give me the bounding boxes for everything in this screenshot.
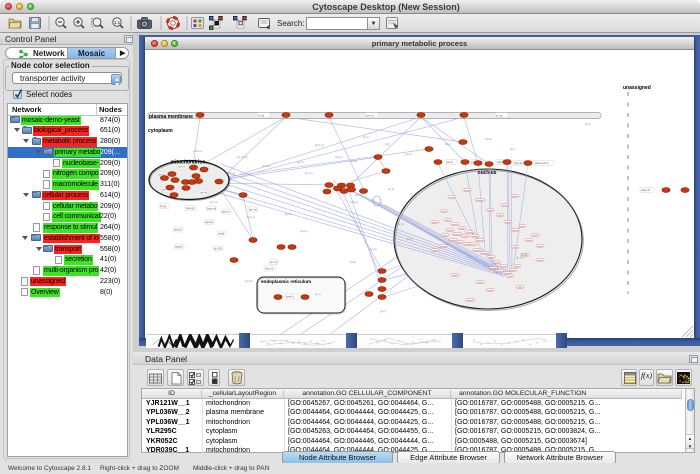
svg-text:[vac2]: [vac2] bbox=[175, 245, 182, 249]
svg-text:[late]: [late] bbox=[350, 260, 356, 264]
svg-text:[vac-m]: [vac-m] bbox=[207, 207, 216, 211]
svg-text:[e-x]: [e-x] bbox=[315, 292, 321, 296]
svg-text:[ves-f]: [ves-f] bbox=[286, 295, 294, 299]
svg-text:[tel]: [tel] bbox=[510, 147, 515, 151]
svg-text:[ved]: [ved] bbox=[218, 232, 224, 236]
svg-text:[chrom]: [chrom] bbox=[193, 149, 203, 153]
svg-text:[nuc-l]: [nuc-l] bbox=[247, 215, 255, 219]
svg-text:nucleus: nucleus bbox=[478, 170, 497, 176]
svg-text:[sec-v]: [sec-v] bbox=[265, 267, 273, 271]
svg-text:[lys-b]: [lys-b] bbox=[174, 228, 181, 232]
svg-text:[mt-e]: [mt-e] bbox=[228, 171, 235, 175]
svg-text:[st-b]: [st-b] bbox=[388, 187, 394, 191]
svg-text:[cy-b]: [cy-b] bbox=[350, 159, 357, 163]
svg-text:[m-x]: [m-x] bbox=[407, 237, 413, 241]
svg-text:unassigned: unassigned bbox=[623, 85, 651, 91]
svg-text:[dna-repl-f]: [dna-repl-f] bbox=[535, 161, 548, 165]
svg-text:[cy-x]: [cy-x] bbox=[397, 222, 404, 226]
svg-text:mitochondrion: mitochondrion bbox=[171, 160, 206, 166]
svg-text:[cc-b]: [cc-b] bbox=[405, 152, 412, 156]
svg-text:[str]: [str] bbox=[385, 142, 390, 146]
svg-text:[er-g]: [er-g] bbox=[370, 247, 377, 251]
svg-text:[mem]: [mem] bbox=[300, 229, 308, 233]
svg-text:[tr-g]: [tr-g] bbox=[160, 204, 166, 208]
svg-text:[cyto]: [cyto] bbox=[285, 212, 292, 216]
svg-text:endoplasmic reticulum: endoplasmic reticulum bbox=[261, 279, 311, 284]
svg-text:1:1: 1:1 bbox=[114, 20, 121, 25]
svg-text:[dna-b]: [dna-b] bbox=[262, 164, 271, 168]
svg-text:[c-m]: [c-m] bbox=[258, 113, 264, 117]
svg-text:[ext]: [ext] bbox=[585, 122, 591, 126]
svg-text:[dna-d]: [dna-d] bbox=[315, 143, 324, 147]
svg-text:[tt-a]: [tt-a] bbox=[363, 135, 369, 139]
svg-text:[mt-m]: [mt-m] bbox=[210, 200, 218, 204]
svg-text:[gol-a]: [gol-a] bbox=[205, 220, 213, 224]
svg-text:[cyt-v]: [cyt-v] bbox=[222, 210, 229, 214]
svg-text:[lp-bc]: [lp-bc] bbox=[516, 256, 524, 260]
svg-text:[en-m]: [en-m] bbox=[249, 208, 257, 212]
svg-text:[ves-g]: [ves-g] bbox=[186, 206, 194, 210]
svg-text:[mt-b]: [mt-b] bbox=[200, 191, 207, 195]
svg-text:cytoplasm: cytoplasm bbox=[148, 128, 173, 134]
svg-text:[tr-G2]: [tr-G2] bbox=[214, 247, 222, 251]
svg-text:[ribos]: [ribos] bbox=[350, 200, 358, 204]
svg-text:[c-m]: [c-m] bbox=[496, 113, 502, 117]
svg-text:[so-b]: [so-b] bbox=[335, 155, 342, 159]
svg-text:[g-x]: [g-x] bbox=[380, 309, 386, 313]
svg-text:[er-m]: [er-m] bbox=[270, 260, 277, 264]
svg-text:[rp-a]: [rp-a] bbox=[446, 160, 453, 164]
svg-text:[cy-m]: [cy-m] bbox=[366, 113, 374, 117]
svg-text:[cyt-o]: [cyt-o] bbox=[305, 171, 313, 175]
svg-text:plasma membrane: plasma membrane bbox=[149, 114, 193, 120]
svg-text:[dna]: [dna] bbox=[485, 137, 491, 141]
svg-text:[rep]: [rep] bbox=[445, 142, 451, 146]
svg-text:[pl-mem]: [pl-mem] bbox=[237, 155, 248, 159]
svg-text:[ves3]: [ves3] bbox=[245, 279, 253, 283]
svg-text:[dna-d]: [dna-d] bbox=[641, 188, 650, 192]
svg-text:[er-b]: [er-b] bbox=[297, 160, 304, 164]
svg-text:[rep-fo]: [rep-fo] bbox=[514, 161, 523, 165]
